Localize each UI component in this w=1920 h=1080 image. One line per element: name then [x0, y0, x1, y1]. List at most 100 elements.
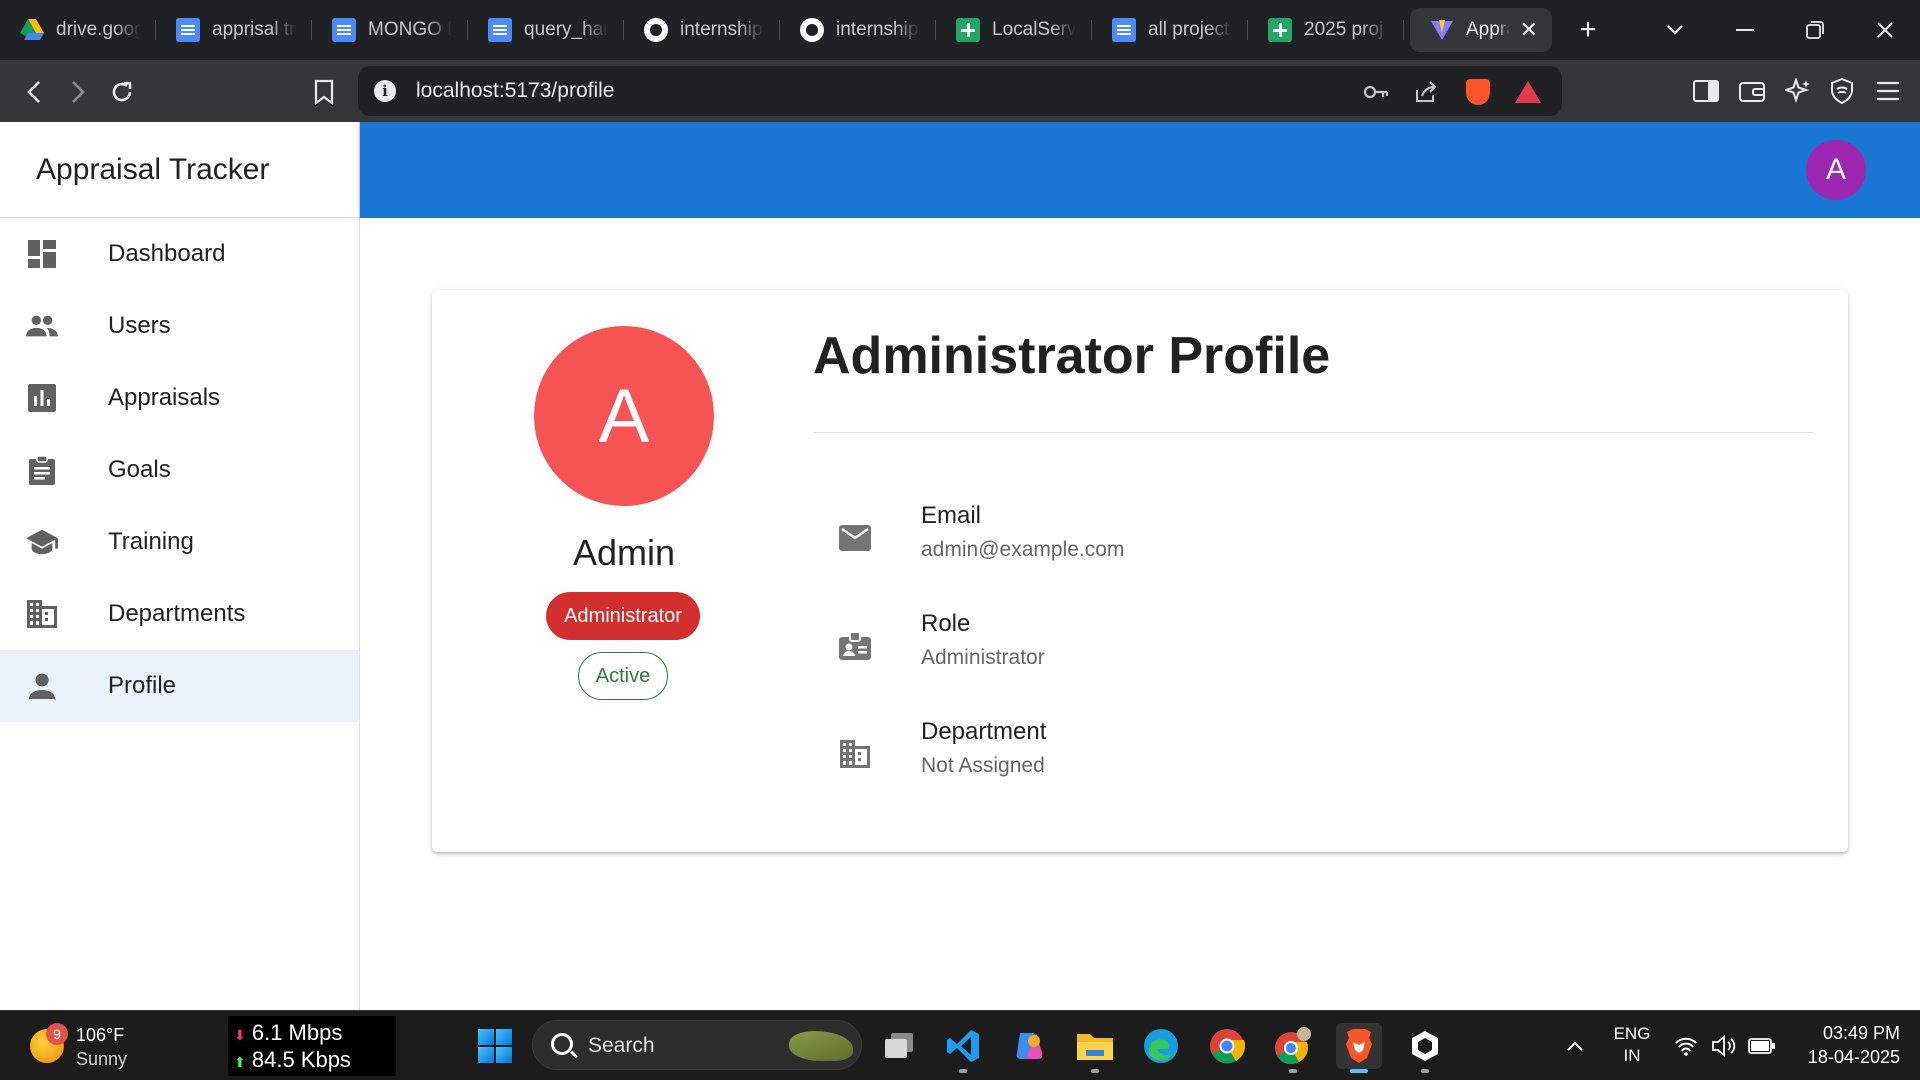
- detail-row-email: Email admin@example.com: [813, 502, 1813, 582]
- leo-ai-icon[interactable]: [1782, 75, 1814, 107]
- tab-label: internship: [836, 19, 919, 40]
- url-text[interactable]: localhost:5173/profile: [416, 79, 614, 103]
- sidebar-item-goals[interactable]: Goals: [0, 434, 359, 506]
- app-title: Appraisal Tracker: [0, 122, 359, 218]
- notification-badge: 9: [46, 1023, 68, 1045]
- copilot-icon[interactable]: [1006, 1023, 1052, 1069]
- role-chip: Administrator: [546, 592, 700, 640]
- taskbar-search[interactable]: Search: [532, 1020, 862, 1070]
- sidebar-item-profile[interactable]: Profile: [0, 650, 359, 722]
- menu-icon[interactable]: [1872, 75, 1904, 107]
- start-button[interactable]: [472, 1023, 518, 1069]
- tab-label: drive.goog: [56, 19, 140, 40]
- brave-browser-icon[interactable]: [1336, 1023, 1382, 1073]
- sidebar-item-training[interactable]: Training: [0, 506, 359, 578]
- google-sheets-icon: [956, 18, 980, 42]
- date: 18-04-2025: [1807, 1047, 1900, 1067]
- chrome-profile-icon[interactable]: [1270, 1023, 1316, 1073]
- sidebar: Appraisal Tracker Dashboard Users Apprai…: [0, 122, 360, 1010]
- wallet-icon[interactable]: [1736, 75, 1768, 107]
- vpn-shield-icon[interactable]: [1826, 75, 1858, 107]
- task-view-icon[interactable]: [876, 1023, 922, 1069]
- browser-tab[interactable]: query_har: [468, 8, 624, 52]
- upload-arrow-icon: ⬆: [234, 1054, 246, 1070]
- clock[interactable]: 03:49 PM 18-04-2025: [1808, 1021, 1900, 1069]
- page-title: Administrator Profile: [813, 327, 1331, 385]
- profile-name: Admin: [572, 532, 676, 573]
- browser-tab[interactable]: LocalServi: [936, 8, 1092, 52]
- app-icon[interactable]: [1402, 1023, 1448, 1073]
- edge-icon[interactable]: [1138, 1023, 1184, 1069]
- detail-label: Department: [921, 718, 1047, 745]
- sidebar-item-label: Departments: [108, 600, 246, 627]
- google-drive-icon: [20, 18, 44, 42]
- google-docs-icon: [332, 18, 356, 42]
- users-icon: [26, 310, 58, 342]
- forward-icon[interactable]: [60, 74, 96, 110]
- sidebar-item-departments[interactable]: Departments: [0, 578, 359, 650]
- vite-icon: [1430, 18, 1454, 42]
- user-avatar[interactable]: A: [1806, 140, 1866, 200]
- browser-tab[interactable]: all project: [1092, 8, 1248, 52]
- detail-value: Not Assigned: [921, 754, 1045, 777]
- browser-tab[interactable]: internship: [624, 8, 780, 52]
- new-tab-button[interactable]: +: [1568, 8, 1608, 52]
- close-tab-icon[interactable]: ✕: [1520, 17, 1538, 43]
- browser-tab[interactable]: apprisal tr: [156, 8, 312, 52]
- back-icon[interactable]: [16, 74, 52, 110]
- tab-label: apprisal tr: [212, 19, 296, 40]
- close-window-button[interactable]: [1850, 0, 1920, 60]
- share-icon[interactable]: [1412, 78, 1440, 106]
- sidebar-item-label: Appraisals: [108, 384, 221, 411]
- show-hidden-icons-chevron-icon[interactable]: [1552, 1023, 1598, 1069]
- badge-icon: [837, 628, 873, 664]
- github-icon: [800, 18, 824, 42]
- google-docs-icon: [1112, 18, 1136, 42]
- brave-rewards-icon[interactable]: [1514, 78, 1542, 106]
- search-highlight-image: [789, 1031, 853, 1061]
- tab-label: all project: [1148, 19, 1230, 40]
- windows-icon: [478, 1029, 512, 1063]
- tab-label: 2025 proj: [1304, 19, 1384, 40]
- sidebar-item-users[interactable]: Users: [0, 290, 359, 362]
- reload-icon[interactable]: [104, 74, 140, 110]
- minimize-button[interactable]: [1710, 0, 1780, 60]
- tab-label: query_har: [524, 19, 608, 40]
- wifi-icon[interactable]: [1666, 1023, 1706, 1069]
- brave-shields-icon[interactable]: [1464, 78, 1492, 106]
- tab-label: LocalServi: [992, 19, 1076, 40]
- weather-widget[interactable]: 9 106°F Sunny: [30, 1021, 220, 1071]
- browser-tab[interactable]: internship: [780, 8, 936, 52]
- sidebar-item-appraisals[interactable]: Appraisals: [0, 362, 359, 434]
- site-info-icon[interactable]: i: [374, 80, 396, 102]
- battery-icon[interactable]: [1742, 1023, 1782, 1069]
- search-icon: [551, 1033, 573, 1055]
- volume-icon[interactable]: [1704, 1023, 1744, 1069]
- restore-button[interactable]: [1780, 0, 1850, 60]
- language-indicator[interactable]: ENG IN: [1612, 1023, 1652, 1067]
- bar-chart-icon: [26, 382, 58, 414]
- sidebar-item-label: Training: [108, 528, 194, 555]
- detail-value: admin@example.com: [921, 538, 1125, 561]
- detail-row-role: Role Administrator: [813, 610, 1813, 690]
- person-icon: [26, 670, 58, 702]
- bookmark-icon[interactable]: [306, 74, 342, 110]
- sidebar-toggle-icon[interactable]: [1690, 75, 1722, 107]
- file-explorer-icon[interactable]: [1072, 1023, 1118, 1073]
- tab-label: MONGO D: [368, 19, 452, 40]
- dashboard-icon: [26, 238, 58, 270]
- key-icon[interactable]: [1362, 78, 1390, 106]
- address-bar[interactable]: i localhost:5173/profile: [358, 66, 1562, 116]
- sidebar-item-label: Profile: [108, 672, 177, 699]
- download-speed: ⬇ 6.1 Mbps: [234, 1020, 343, 1045]
- chrome-icon[interactable]: [1204, 1023, 1250, 1069]
- profile-card: A Admin Administrator Active Administrat…: [432, 290, 1848, 852]
- browser-tab-active[interactable]: Appra ✕: [1410, 8, 1552, 52]
- sidebar-item-dashboard[interactable]: Dashboard: [0, 218, 359, 290]
- browser-tab-strip: drive.goog apprisal tr MONGO D query_har…: [0, 0, 1920, 60]
- tab-search-chevron-icon[interactable]: [1640, 0, 1710, 60]
- vscode-icon[interactable]: [940, 1023, 986, 1073]
- browser-tab[interactable]: 2025 proj: [1248, 8, 1404, 52]
- browser-tab[interactable]: MONGO D: [312, 8, 468, 52]
- browser-tab[interactable]: drive.goog: [0, 8, 156, 52]
